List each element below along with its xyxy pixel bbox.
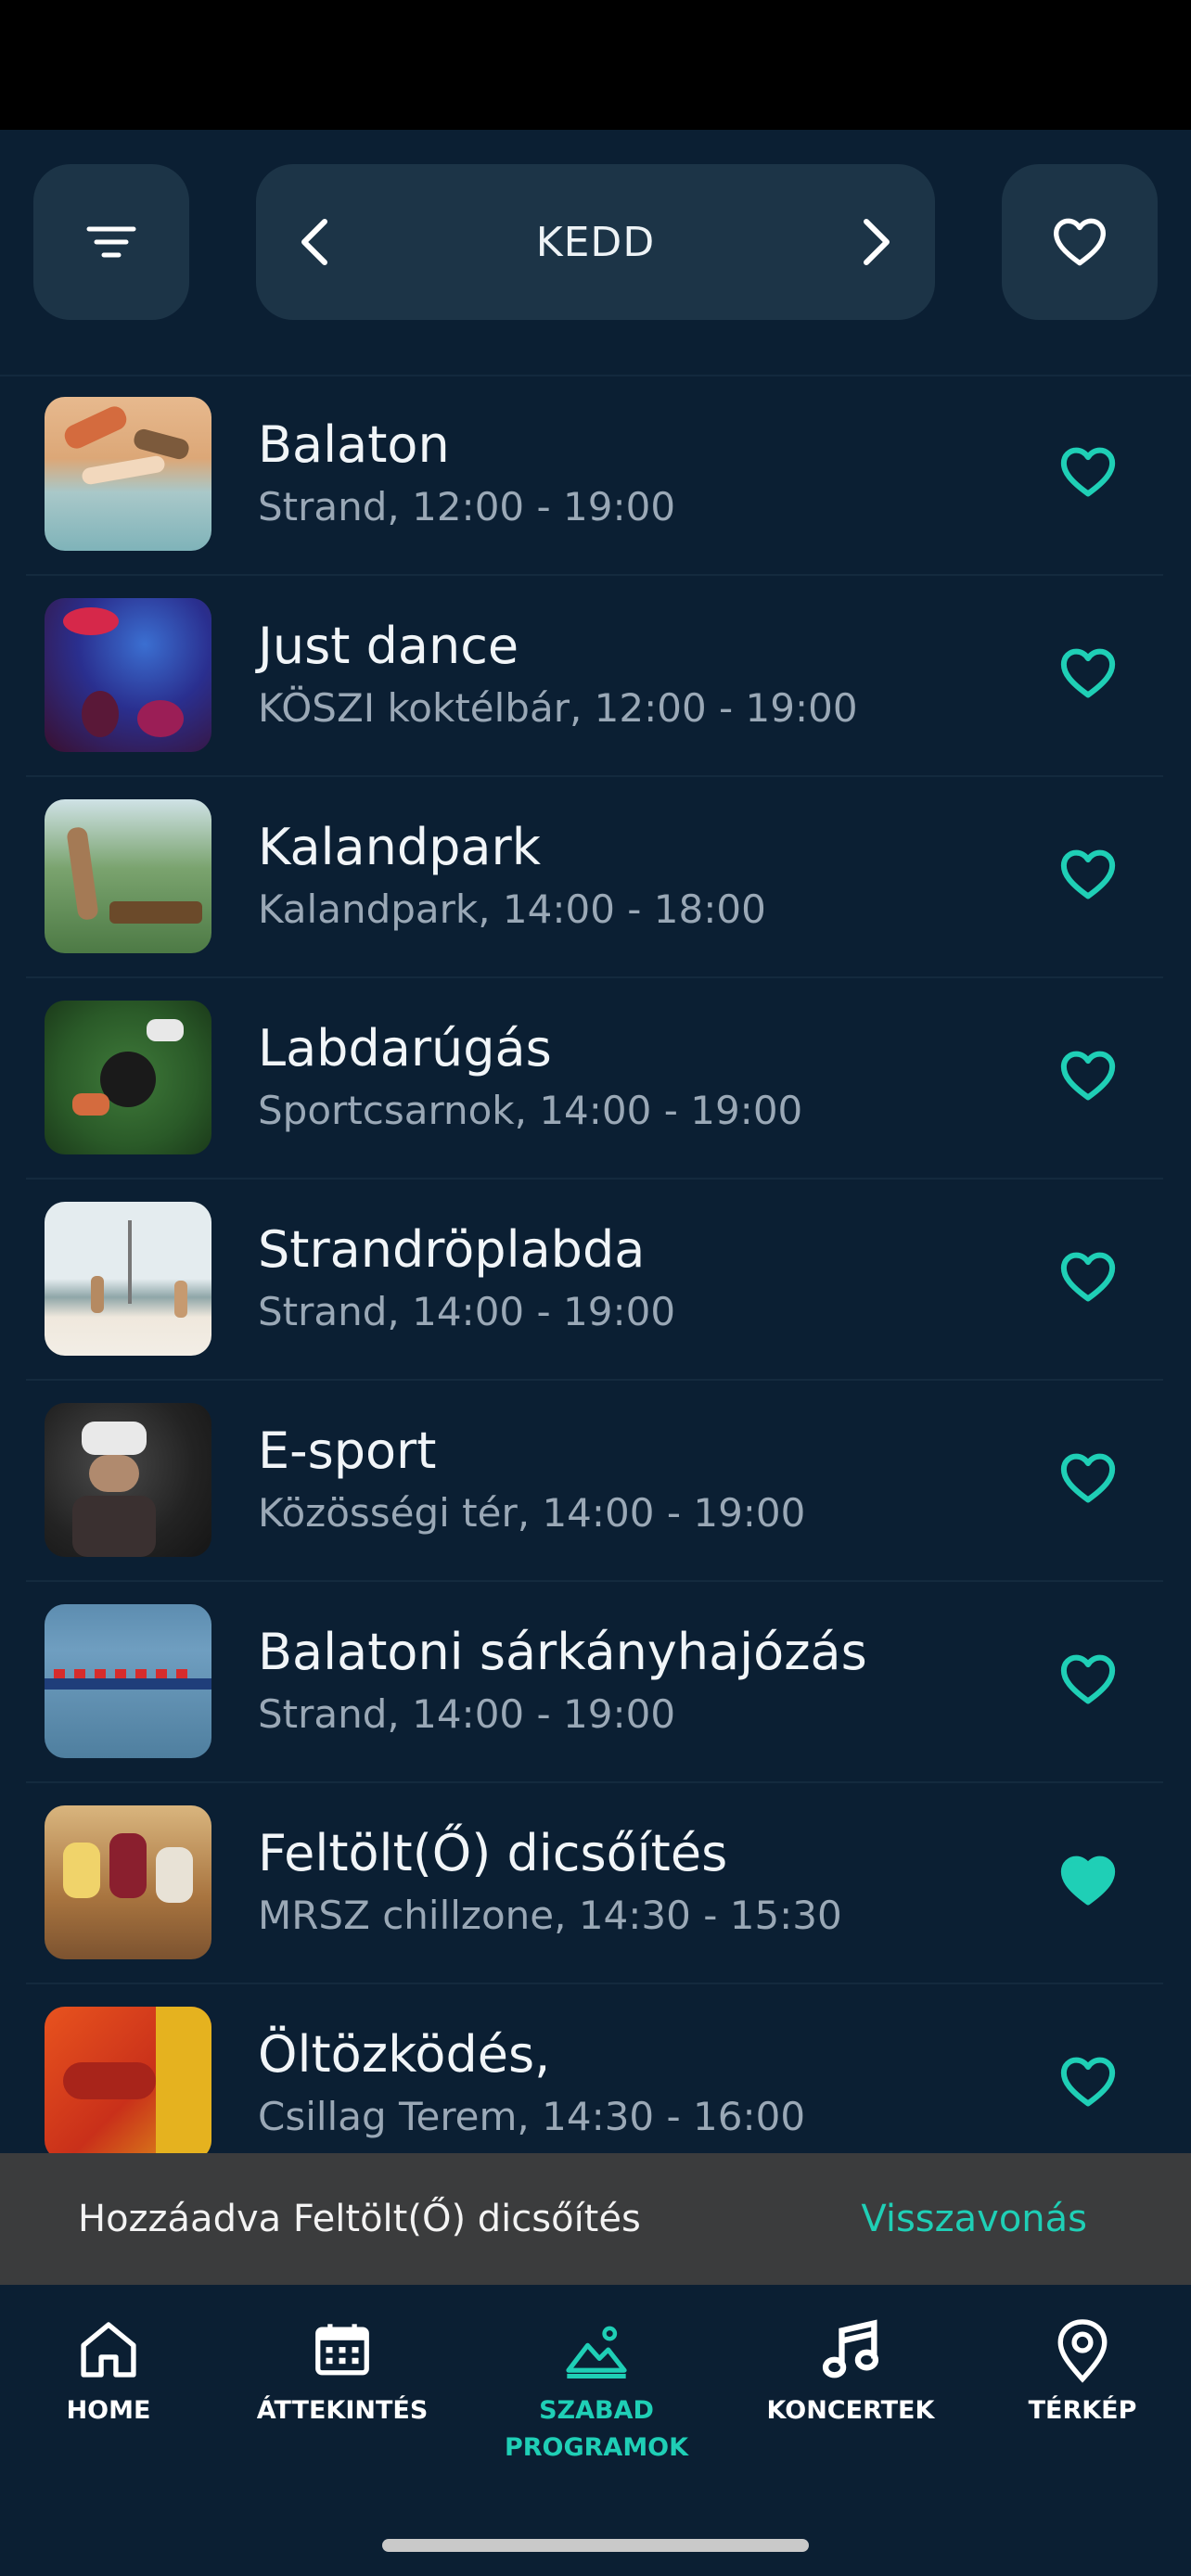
heart-filled-icon bbox=[1060, 1855, 1116, 1906]
event-title: Feltölt(Ő) dicsőítés bbox=[258, 1824, 728, 1882]
event-image bbox=[45, 598, 211, 752]
tab-label: ÁTTEKINTÉS bbox=[256, 2396, 429, 2425]
home-icon bbox=[81, 2322, 136, 2378]
favorite-button[interactable] bbox=[1046, 1436, 1130, 1520]
event-item[interactable]: Balatoni sárkányhajózás Strand, 14:00 - … bbox=[26, 1582, 1163, 1783]
event-item[interactable]: Just dance KÖSZI koktélbár, 12:00 - 19:0… bbox=[26, 576, 1163, 777]
tab-attekintes[interactable]: ÁTTEKINTÉS bbox=[226, 2313, 458, 2429]
event-item[interactable]: Kalandpark Kalandpark, 14:00 - 18:00 bbox=[26, 777, 1163, 978]
event-image bbox=[45, 397, 211, 551]
bottom-navigation: HOME ÁTTEKINTÉS SZABAD PROGRAMOK KONCERT… bbox=[0, 2285, 1191, 2576]
heart-outline-icon bbox=[1060, 1252, 1116, 1302]
event-title: Strandröplabda bbox=[258, 1220, 646, 1279]
top-bar: KEDD bbox=[0, 130, 1191, 376]
event-item[interactable]: Strandröplabda Strand, 14:00 - 19:00 bbox=[26, 1180, 1163, 1381]
day-label: KEDD bbox=[535, 218, 656, 266]
heart-outline-icon bbox=[1060, 1051, 1116, 1101]
tab-label: SZABAD PROGRAMOK bbox=[504, 2396, 689, 2462]
event-item[interactable]: E-sport Közösségi tér, 14:00 - 19:00 bbox=[26, 1381, 1163, 1582]
event-image bbox=[45, 1202, 211, 1356]
favorites-button[interactable] bbox=[1002, 164, 1158, 320]
event-item[interactable]: Labdarúgás Sportcsarnok, 14:00 - 19:00 bbox=[26, 978, 1163, 1180]
heart-outline-icon bbox=[1060, 1654, 1116, 1704]
event-image bbox=[45, 1805, 211, 1959]
tab-label: TÉRKÉP bbox=[1028, 2396, 1137, 2425]
event-list: Balaton Strand, 12:00 - 19:00 Just dance… bbox=[26, 375, 1163, 2153]
heart-outline-icon bbox=[1060, 648, 1116, 698]
event-subtitle: Kalandpark, 14:00 - 18:00 bbox=[258, 886, 766, 932]
tab-terkep[interactable]: TÉRKÉP bbox=[967, 2313, 1191, 2429]
event-subtitle: Strand, 14:00 - 19:00 bbox=[258, 1691, 676, 1737]
favorite-button[interactable] bbox=[1046, 2040, 1130, 2123]
event-image bbox=[45, 799, 211, 953]
event-title: Labdarúgás bbox=[258, 1019, 552, 1078]
event-image bbox=[45, 1604, 211, 1758]
favorite-button[interactable] bbox=[1046, 631, 1130, 715]
heart-outline-icon bbox=[1060, 447, 1116, 497]
chevron-right-icon bbox=[864, 219, 890, 265]
heart-outline-icon bbox=[1054, 218, 1106, 266]
favorite-button[interactable] bbox=[1046, 1235, 1130, 1319]
mountain-icon bbox=[566, 2326, 627, 2379]
heart-outline-icon bbox=[1060, 849, 1116, 899]
tab-home[interactable]: HOME bbox=[0, 2313, 224, 2429]
tab-szabad-programok[interactable]: SZABAD PROGRAMOK bbox=[480, 2313, 712, 2467]
event-subtitle: Csillag Terem, 14:30 - 16:00 bbox=[258, 2094, 806, 2139]
next-day-button[interactable] bbox=[837, 205, 911, 279]
favorite-button[interactable] bbox=[1046, 833, 1130, 916]
event-title: Öltözködés, bbox=[258, 2025, 551, 2084]
event-title: Just dance bbox=[258, 617, 519, 675]
favorite-button[interactable] bbox=[1046, 430, 1130, 514]
favorite-button[interactable] bbox=[1046, 1638, 1130, 1721]
tab-label: KONCERTEK bbox=[766, 2396, 935, 2425]
favorite-button[interactable] bbox=[1046, 1839, 1130, 1922]
filter-icon bbox=[86, 226, 136, 258]
snackbar-message: Hozzáadva Feltölt(Ő) dicsőítés bbox=[78, 2198, 641, 2240]
tab-koncertek[interactable]: KONCERTEK bbox=[735, 2313, 967, 2429]
undo-button[interactable]: Visszavonás bbox=[861, 2153, 1087, 2285]
tab-label: HOME bbox=[66, 2396, 151, 2425]
event-subtitle: Strand, 14:00 - 19:00 bbox=[258, 1289, 676, 1334]
home-indicator[interactable] bbox=[382, 2539, 809, 2552]
event-subtitle: KÖSZI koktélbár, 12:00 - 19:00 bbox=[258, 685, 858, 731]
event-title: Balaton bbox=[258, 415, 450, 474]
event-image bbox=[45, 2007, 211, 2153]
event-subtitle: Közösségi tér, 14:00 - 19:00 bbox=[258, 1490, 806, 1536]
calendar-icon bbox=[315, 2324, 369, 2376]
event-title: Kalandpark bbox=[258, 818, 541, 876]
favorite-button[interactable] bbox=[1046, 1034, 1130, 1117]
heart-outline-icon bbox=[1060, 1453, 1116, 1503]
event-subtitle: MRSZ chillzone, 14:30 - 15:30 bbox=[258, 1893, 842, 1938]
snackbar: Hozzáadva Feltölt(Ő) dicsőítés Visszavon… bbox=[0, 2153, 1191, 2285]
event-item[interactable]: Balaton Strand, 12:00 - 19:00 bbox=[26, 375, 1163, 576]
event-image bbox=[45, 1001, 211, 1154]
event-title: Balatoni sárkányhajózás bbox=[258, 1623, 867, 1681]
music-note-icon bbox=[822, 2319, 879, 2378]
day-selector: KEDD bbox=[256, 164, 935, 320]
event-subtitle: Strand, 12:00 - 19:00 bbox=[258, 484, 676, 529]
event-item[interactable]: Feltölt(Ő) dicsőítés MRSZ chillzone, 14:… bbox=[26, 1783, 1163, 1984]
filter-button[interactable] bbox=[33, 164, 189, 320]
event-title: E-sport bbox=[258, 1422, 437, 1480]
status-bar bbox=[0, 0, 1191, 130]
event-image bbox=[45, 1403, 211, 1557]
heart-outline-icon bbox=[1060, 2057, 1116, 2107]
map-pin-icon bbox=[1057, 2319, 1108, 2383]
event-item[interactable]: Öltözködés, Csillag Terem, 14:30 - 16:00 bbox=[26, 1984, 1163, 2153]
event-subtitle: Sportcsarnok, 14:00 - 19:00 bbox=[258, 1088, 803, 1133]
